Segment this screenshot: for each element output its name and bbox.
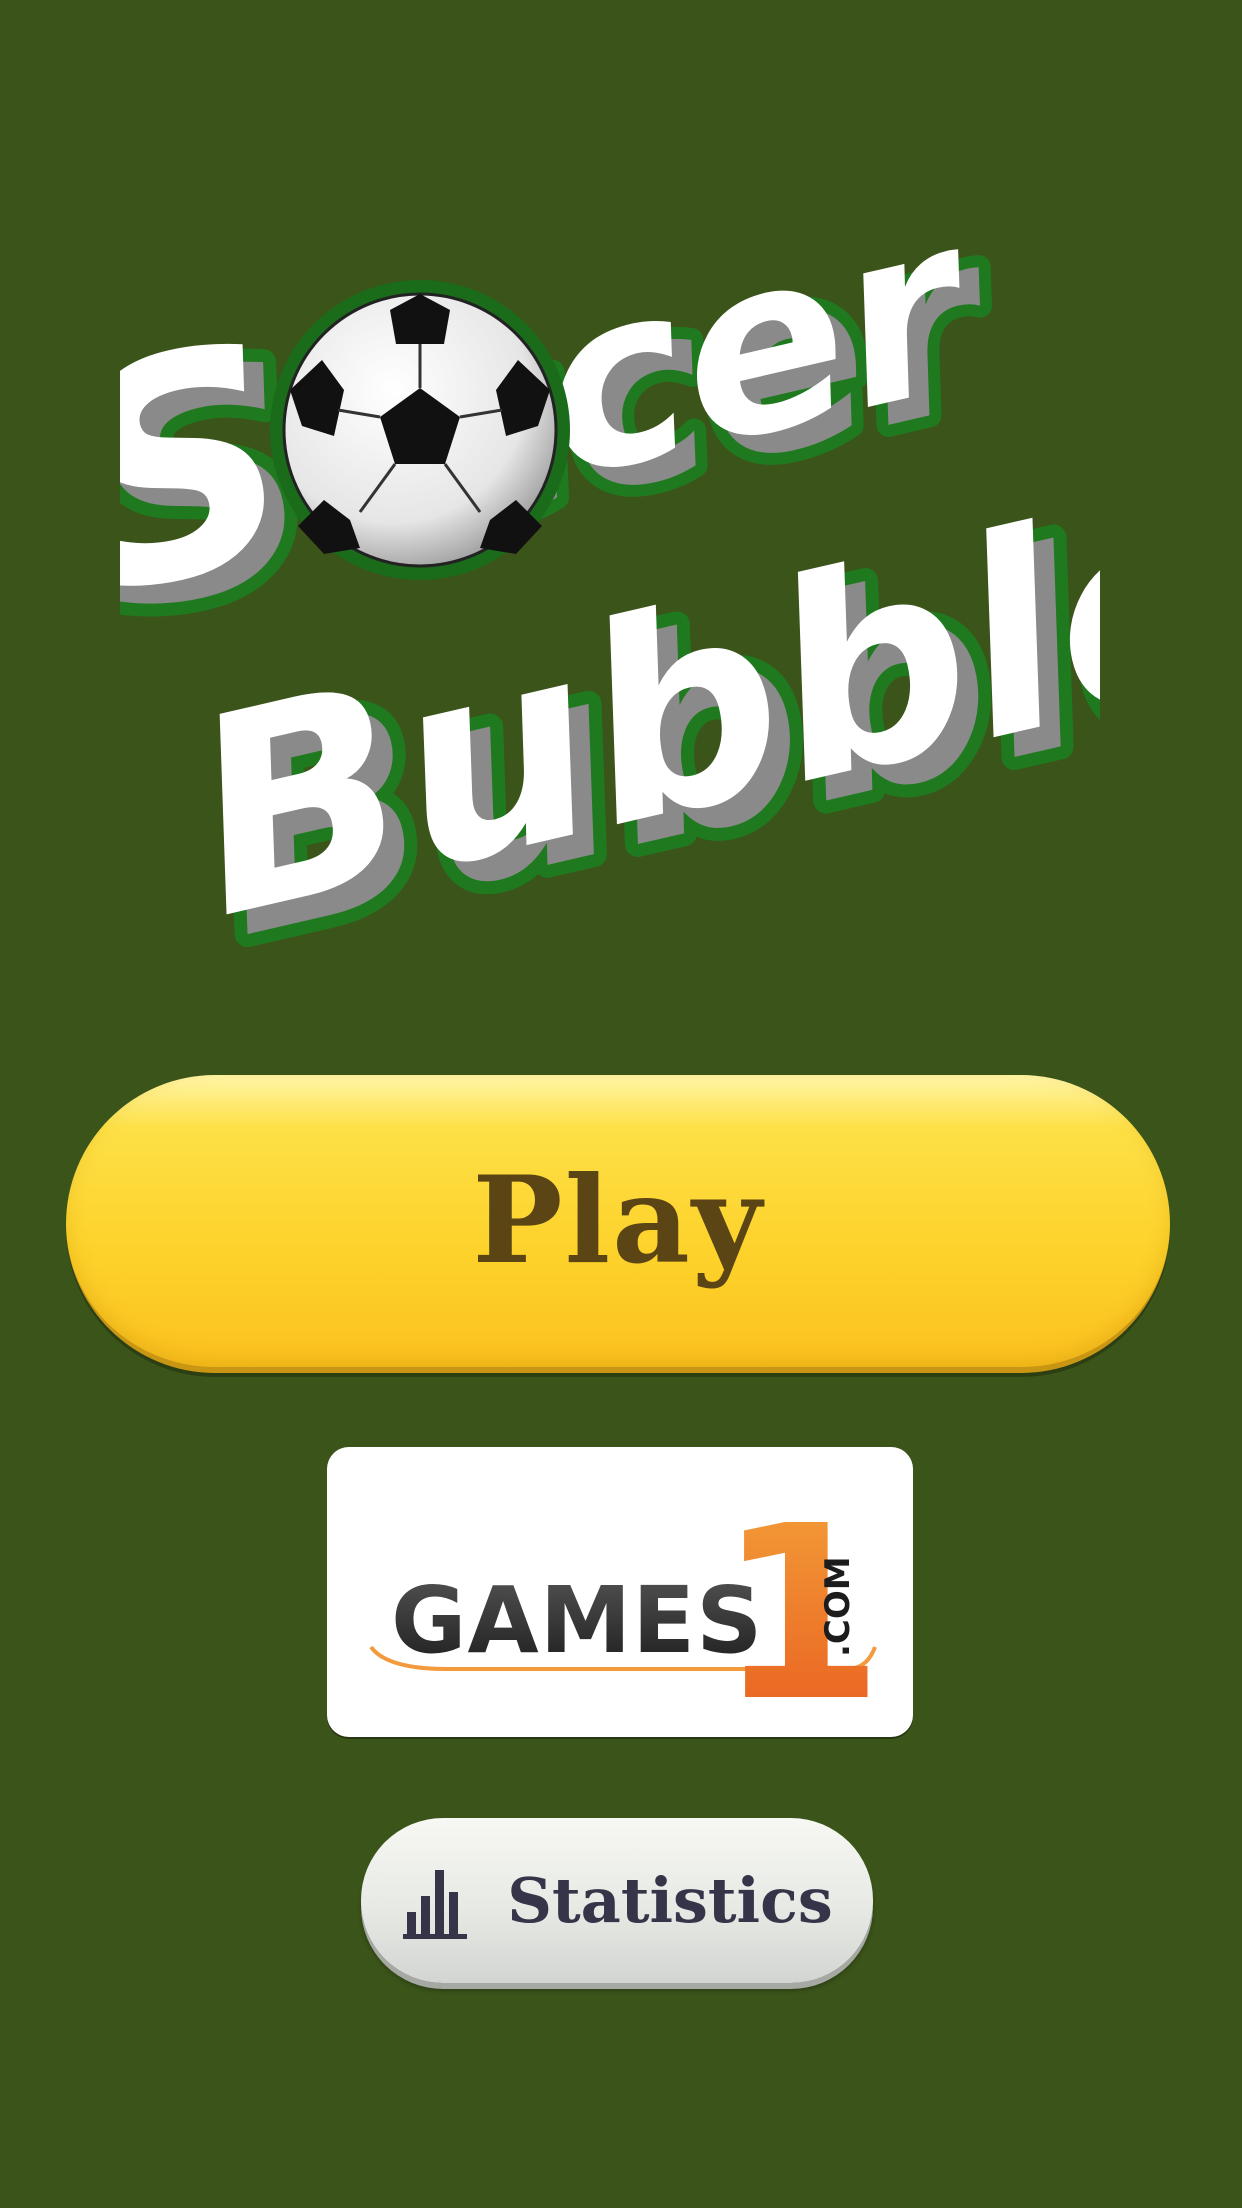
game-logo: S S ccer ccer Bubbles Bubbles [120, 160, 1100, 1040]
games1-suffix: .COM [818, 1556, 858, 1657]
play-button[interactable]: Play [66, 1075, 1170, 1373]
games1-wordmark: GAMES [391, 1567, 763, 1674]
games1-logo-button[interactable]: GAMES 1 .COM [327, 1447, 913, 1737]
statistics-button[interactable]: Statistics [361, 1818, 873, 1983]
statistics-button-label: Statistics [507, 1863, 833, 1937]
games1-digit: 1 [717, 1474, 884, 1737]
bar-chart-icon [403, 1869, 468, 1939]
play-button-label: Play [472, 1150, 764, 1291]
soccer-ball-icon [270, 280, 570, 580]
